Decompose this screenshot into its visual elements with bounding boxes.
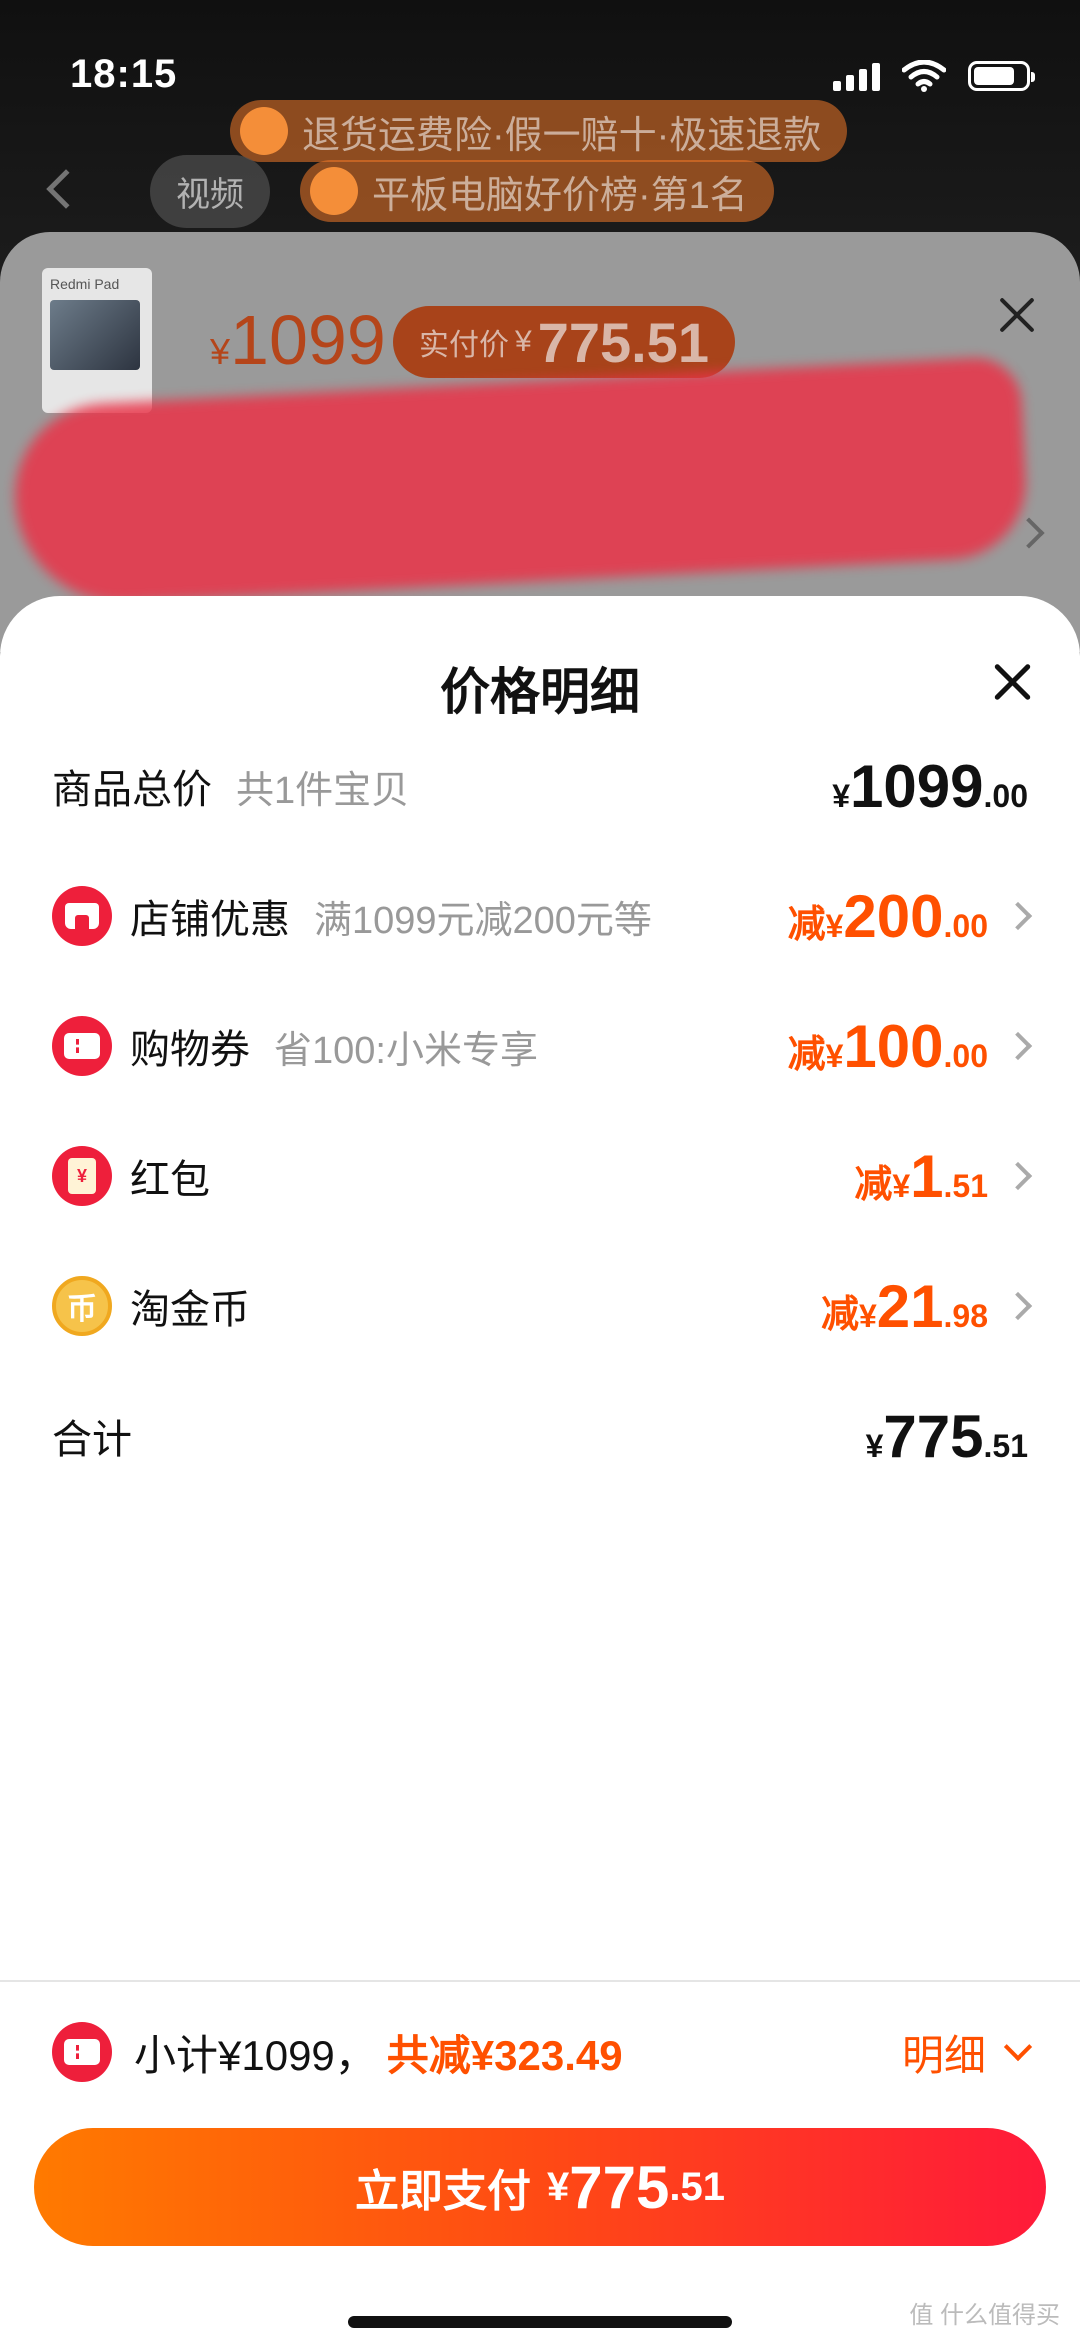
promo-text: 平板电脑好价榜·第1名 bbox=[372, 174, 748, 217]
product-price: ¥1099 bbox=[210, 301, 386, 379]
chevron-right-icon bbox=[1003, 1031, 1033, 1061]
row-amount: ¥775.51 bbox=[865, 1402, 1028, 1470]
tab-video: 视频 bbox=[150, 155, 270, 228]
row-goods-total: 商品总价 共1件宝贝 ¥1099.00 bbox=[0, 736, 1080, 836]
row-label: 购物券 bbox=[130, 1028, 250, 1072]
watermark: 值 什么值得买 bbox=[909, 2302, 1060, 2329]
row-label: 合计 bbox=[52, 1418, 132, 1462]
row-sub: 共1件宝贝 bbox=[236, 769, 410, 812]
tablet-image bbox=[50, 300, 140, 370]
row-amount: 减 ¥100.00 bbox=[787, 1012, 988, 1080]
row-label: 淘金币 bbox=[130, 1288, 250, 1332]
product-thumbnail: Redmi Pad bbox=[42, 268, 152, 413]
row-amount: 减 ¥200.00 bbox=[787, 882, 988, 950]
shield-icon bbox=[240, 107, 288, 155]
product-sheet-close-icon bbox=[994, 292, 1040, 338]
thumbnail-text: Redmi Pad bbox=[50, 276, 120, 292]
red-envelope-icon: ¥ bbox=[52, 1146, 112, 1206]
row-amount: 减 ¥21.98 bbox=[820, 1272, 988, 1340]
wifi-icon bbox=[902, 60, 946, 92]
close-icon[interactable] bbox=[992, 662, 1032, 702]
subtotal-text: 小计¥1099， bbox=[134, 2031, 377, 2079]
pay-now-button[interactable]: 立即支付 ¥775.51 bbox=[34, 2128, 1046, 2246]
row-label: 商品总价 bbox=[52, 768, 212, 812]
shop-icon bbox=[52, 886, 112, 946]
promo-banner-insurance: 退货运费险·假一赔十·极速退款 bbox=[230, 100, 848, 162]
detail-toggle-button[interactable]: 明细 bbox=[901, 2022, 1033, 2083]
coupon-icon bbox=[52, 2022, 112, 2082]
chevron-right-icon bbox=[1003, 901, 1033, 931]
medal-icon bbox=[310, 167, 358, 215]
redaction-scribble bbox=[10, 355, 1030, 609]
product-sheet: Redmi Pad ¥1099 实付价 ¥ 775.51 bbox=[0, 232, 1080, 652]
battery-icon bbox=[968, 61, 1035, 91]
chevron-right-icon bbox=[1013, 517, 1045, 549]
home-indicator bbox=[348, 2316, 732, 2328]
row-sub: 满1099元减200元等 bbox=[314, 899, 652, 942]
promo-banner-ranking: 平板电脑好价榜·第1名 bbox=[300, 160, 774, 222]
row-grand-total: 合计 ¥775.51 bbox=[0, 1386, 1080, 1486]
actual-price-badge: 实付价 ¥ 775.51 bbox=[393, 306, 735, 378]
chevron-right-icon bbox=[1003, 1161, 1033, 1191]
coin-icon: 币 bbox=[52, 1276, 112, 1336]
row-amount: 减 ¥1.51 bbox=[854, 1142, 988, 1210]
cellular-signal-icon bbox=[833, 61, 880, 91]
status-icons bbox=[833, 60, 1035, 92]
bottom-bar: 小计¥1099， 共减¥323.49 明细 立即支付 ¥775.51 bbox=[0, 1980, 1080, 2339]
row-shop-discount[interactable]: 店铺优惠 满1099元减200元等 减 ¥200.00 bbox=[0, 866, 1080, 966]
row-amount: ¥1099.00 bbox=[832, 752, 1028, 820]
row-shopping-coupon[interactable]: 购物券 省100:小米专享 减 ¥100.00 bbox=[0, 996, 1080, 1096]
row-label: 红包 bbox=[130, 1158, 210, 1202]
row-label: 店铺优惠 bbox=[130, 898, 290, 942]
promo-text: 退货运费险·假一赔十·极速退款 bbox=[302, 114, 822, 157]
row-tao-coin[interactable]: 币 淘金币 减 ¥21.98 bbox=[0, 1256, 1080, 1356]
detail-label: 明细 bbox=[901, 2031, 986, 2079]
chevron-down-icon bbox=[1003, 2032, 1033, 2062]
total-saved-text: 共减¥323.49 bbox=[386, 2031, 623, 2079]
status-time: 18:15 bbox=[70, 52, 178, 96]
row-sub: 省100:小米专享 bbox=[274, 1029, 538, 1072]
chevron-right-icon bbox=[1003, 1291, 1033, 1321]
sheet-title: 价格明细 bbox=[440, 664, 640, 720]
subtotal-row: 小计¥1099， 共减¥323.49 明细 bbox=[52, 2012, 1033, 2092]
coupon-icon bbox=[52, 1016, 112, 1076]
row-red-packet[interactable]: ¥ 红包 减 ¥1.51 bbox=[0, 1126, 1080, 1226]
